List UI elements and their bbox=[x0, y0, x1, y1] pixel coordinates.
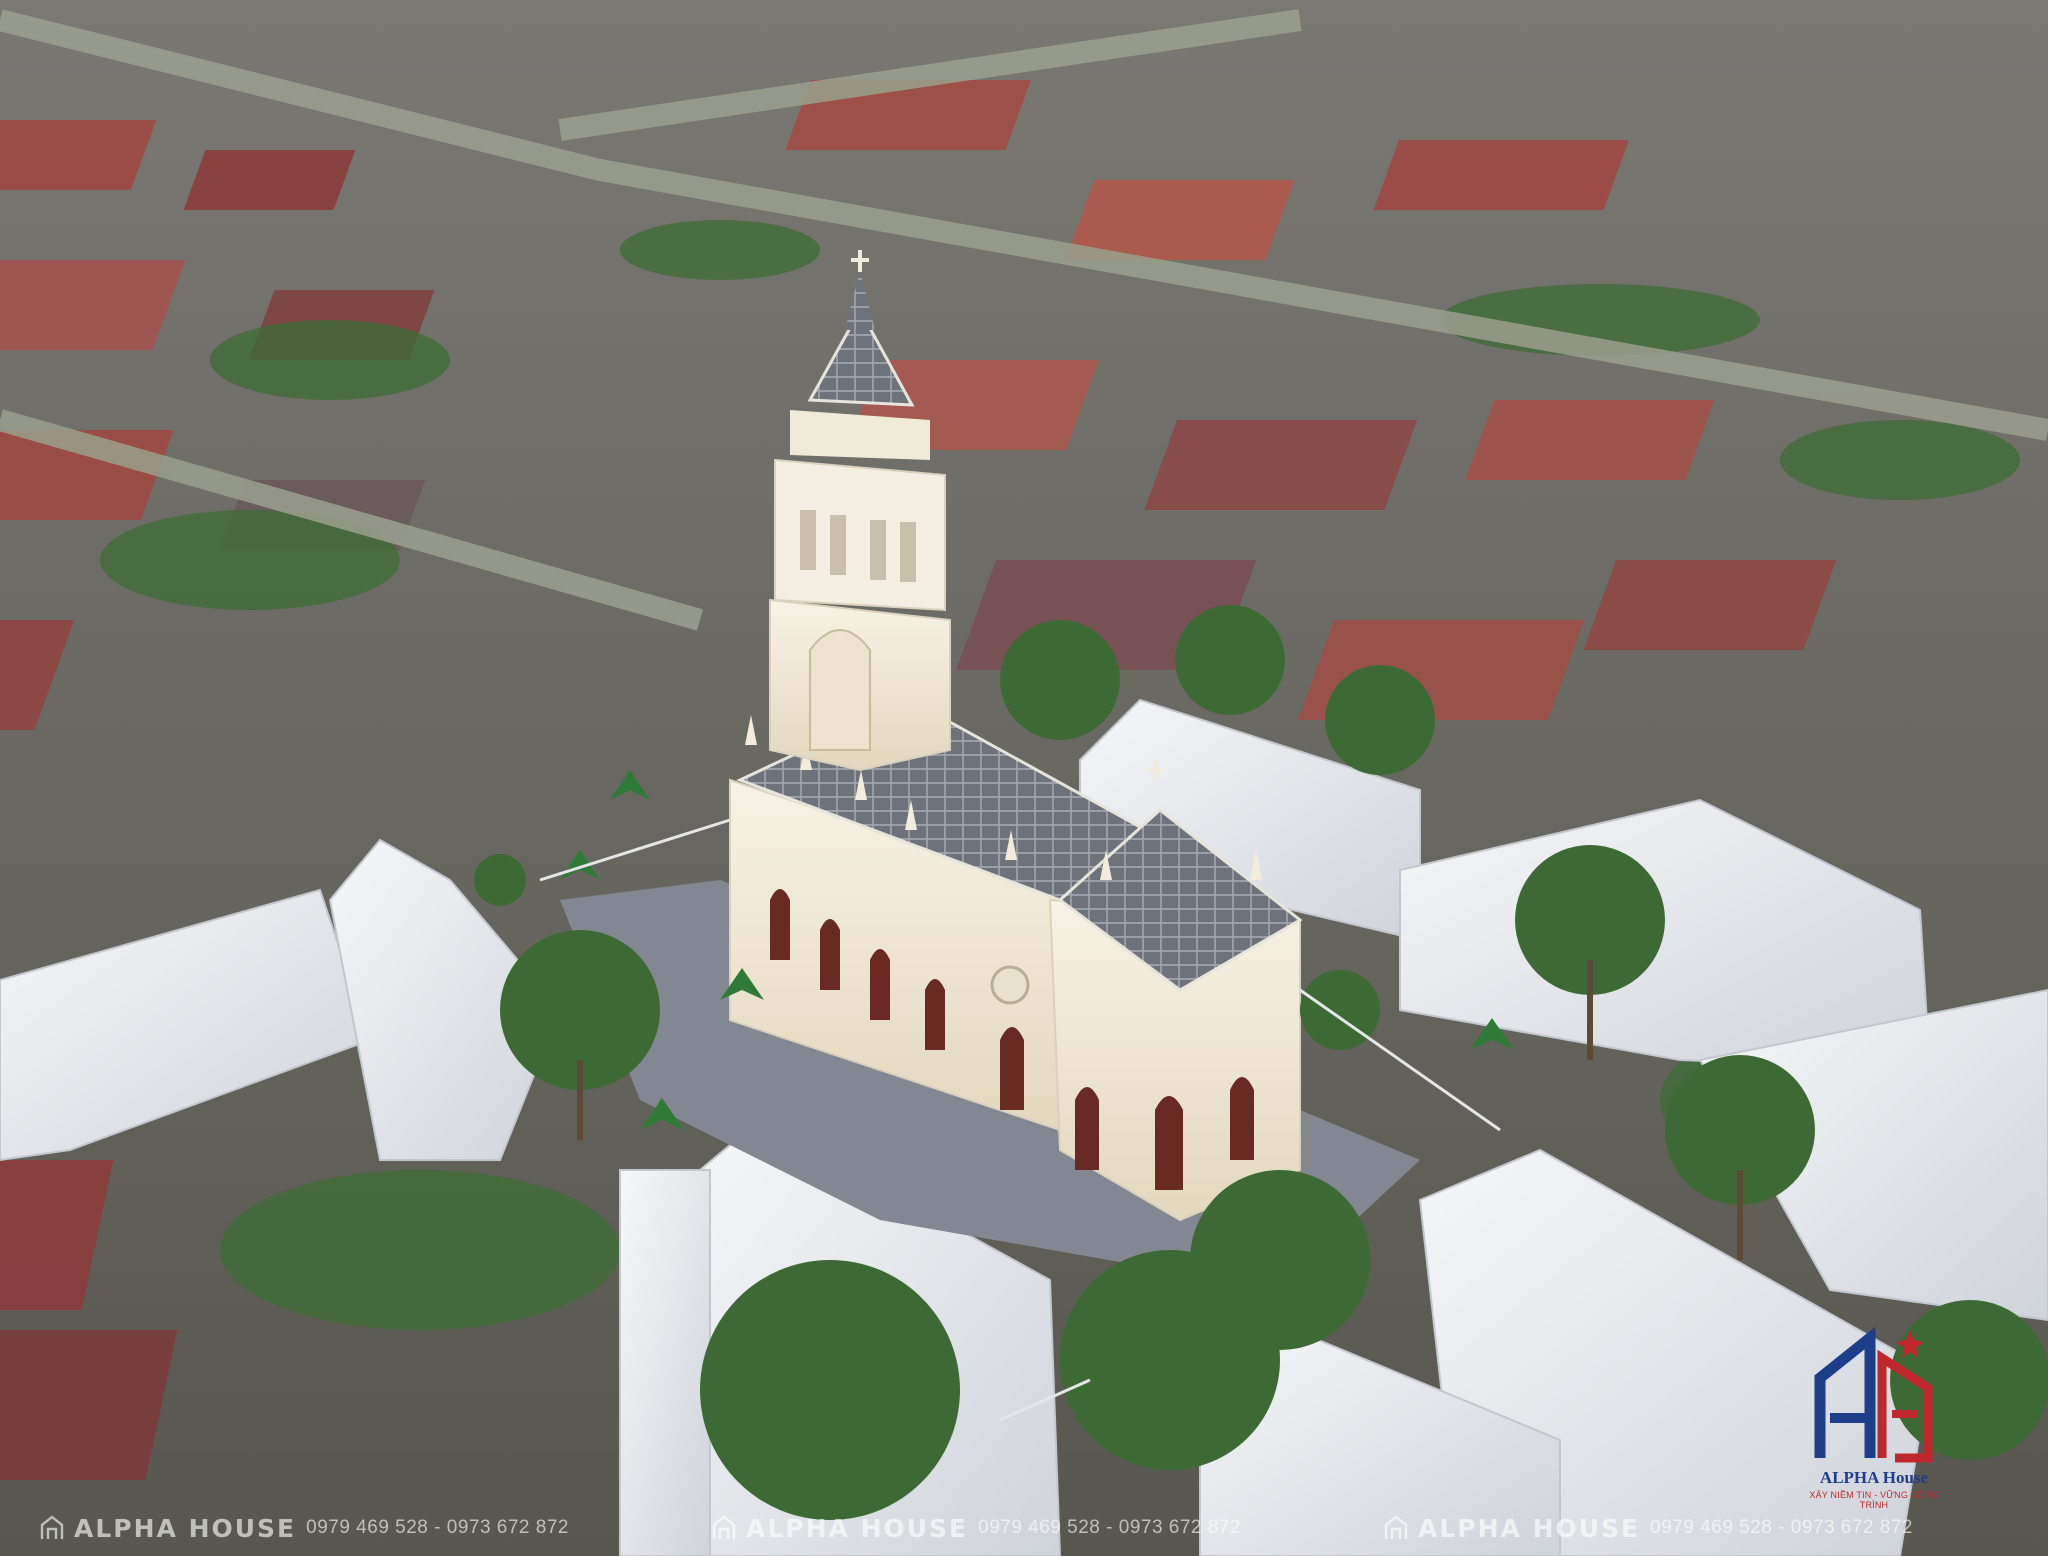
watermark-brand: ALPHA HOUSE bbox=[1418, 1513, 1641, 1543]
watermark: ALPHA HOUSE 0979 469 528 - 0973 672 872 bbox=[1384, 1506, 1913, 1550]
watermark-phones: 0979 469 528 - 0973 672 872 bbox=[306, 1517, 569, 1538]
aerial-church-render: ALPHA House XÂY NIỀM TIN - VỮNG CÔNG TRÌ… bbox=[0, 0, 2048, 1556]
alpha-house-logo: ALPHA House XÂY NIỀM TIN - VỮNG CÔNG TRÌ… bbox=[1800, 1318, 1948, 1510]
alpha-house-logo-mark bbox=[1814, 1326, 1933, 1463]
house-logo-icon bbox=[1384, 1515, 1408, 1539]
watermark: ALPHA HOUSE 0979 469 528 - 0973 672 872 bbox=[712, 1506, 1241, 1550]
watermark-phones: 0979 469 528 - 0973 672 872 bbox=[1650, 1517, 1913, 1538]
house-logo-icon bbox=[712, 1515, 736, 1539]
watermark-phones: 0979 469 528 - 0973 672 872 bbox=[978, 1517, 1241, 1538]
watermark-strip: ALPHA HOUSE 0979 469 528 - 0973 672 872 … bbox=[0, 1506, 2048, 1550]
watermark-brand: ALPHA HOUSE bbox=[74, 1513, 297, 1543]
watermark: ALPHA HOUSE 0979 469 528 - 0973 672 872 bbox=[40, 1506, 569, 1550]
watermark-brand: ALPHA HOUSE bbox=[746, 1513, 969, 1543]
render-scene bbox=[0, 0, 2048, 1556]
house-logo-icon bbox=[40, 1515, 64, 1539]
logo-name: ALPHA House bbox=[1819, 1468, 1929, 1487]
